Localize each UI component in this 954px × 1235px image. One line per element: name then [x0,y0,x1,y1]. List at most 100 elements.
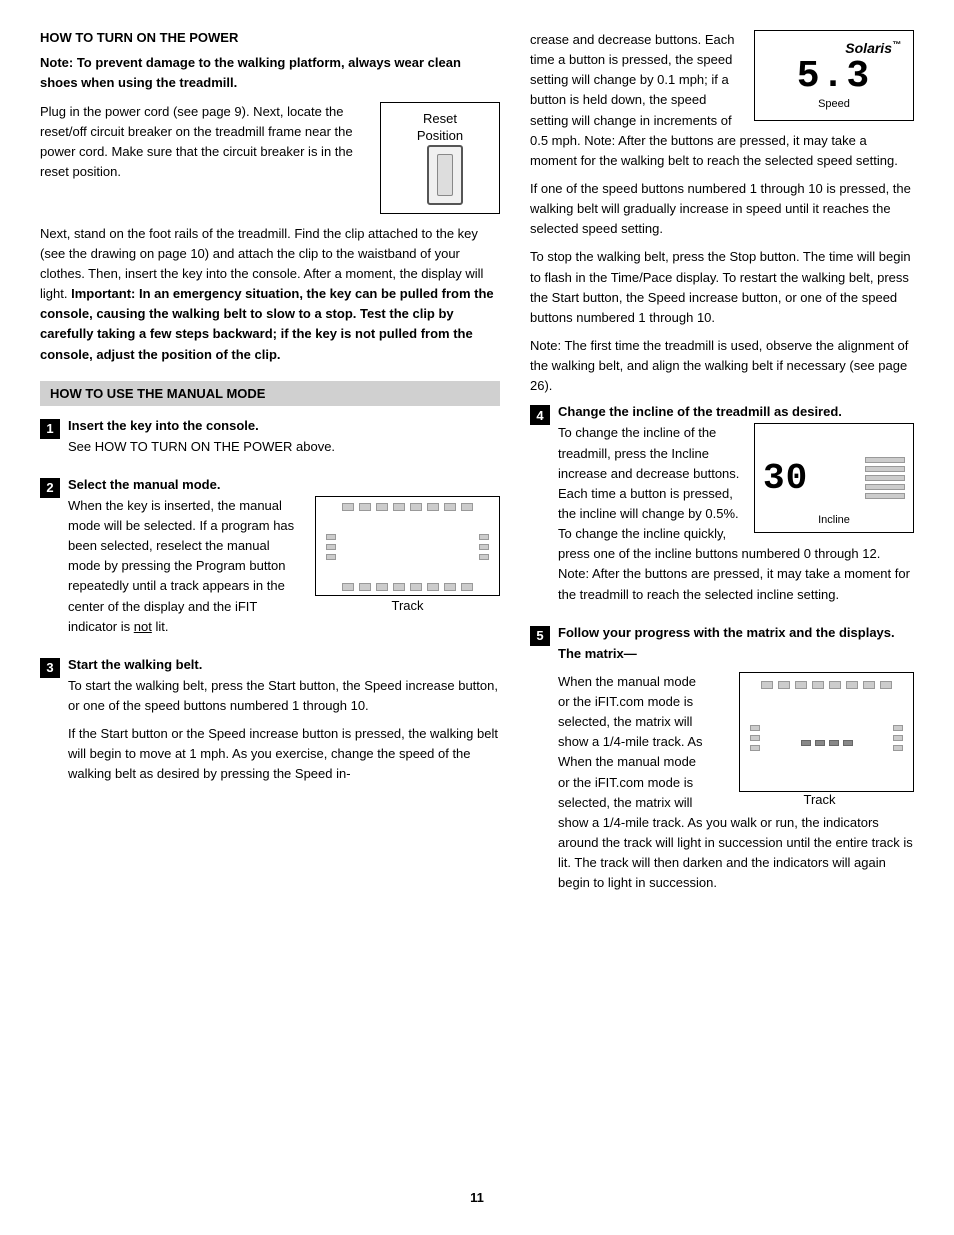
track-display-step2-wrap: Track [315,496,500,613]
track-dot [376,503,388,511]
track-dot [359,583,371,591]
page: HOW TO TURN ON THE POWER Note: To preven… [0,0,954,1235]
track-dot [761,681,773,689]
track-side-dot [893,735,903,741]
track-center-dot [843,740,853,746]
para-align: Note: The first time the treadmill is us… [530,336,914,396]
track-side-dot [326,554,336,560]
track-dot [427,503,439,511]
step3-num: 3 [40,658,60,678]
reset-section: Plug in the power cord (see page 9). Nex… [40,102,500,214]
section1-title: HOW TO TURN ON THE POWER [40,30,500,45]
step3-para2: If the Start button or the Speed increas… [68,724,500,784]
track-dot [812,681,824,689]
para-stop: To stop the walking belt, press the Stop… [530,247,914,328]
track-dot [376,583,388,591]
solaris-num: 5.3 [767,58,901,96]
step5: 5 Follow your progress with the matrix a… [530,625,914,902]
track-dot [359,503,371,511]
step4-title: Change the incline of the treadmill as d… [558,404,914,419]
track-dot [795,681,807,689]
incline-num: 30 [763,458,808,499]
step3-para1: To start the walking belt, press the Sta… [68,676,500,716]
incline-bar [865,457,905,463]
step4-body: 30 Incline To change the inclin [558,423,914,612]
incline-bars [865,457,905,499]
page-number: 11 [40,1190,914,1205]
track-side-dot [893,745,903,751]
manual-mode-header: HOW TO USE THE MANUAL MODE [40,381,500,406]
reset-para: Plug in the power cord (see page 9). Nex… [40,102,364,191]
track-side-dot [326,534,336,540]
matrix-subtitle: The matrix— [558,646,637,661]
track-side-dot [479,534,489,540]
bold-note: Note: To prevent damage to the walking p… [40,53,500,92]
step3: 3 Start the walking belt. To start the w… [40,657,500,793]
step5-body: Track When the manual mode or the iFIT.c… [558,672,914,902]
step4-num: 4 [530,405,550,425]
step3-content: Start the walking belt. To start the wal… [68,657,500,793]
track-right-left-dots [750,725,760,751]
track-left-dots [326,534,336,560]
para1: Plug in the power cord (see page 9). Nex… [40,102,364,183]
track-side-dot [750,725,760,731]
right-column: Solaris™ 5.3 Speed crease and decrease b… [530,30,914,1170]
solaris-speed-label: Speed [767,98,901,110]
track-dot [393,503,405,511]
track-dot [846,681,858,689]
reset-icon [427,145,463,205]
track-right-dots [479,534,489,560]
track-dot [410,583,422,591]
step1-title: Insert the key into the console. [68,418,500,433]
track-dot [444,503,456,511]
incline-bar [865,475,905,481]
step4-content: Change the incline of the treadmill as d… [558,404,914,612]
track-dot [444,583,456,591]
incline-display: 30 Incline [754,423,914,533]
solaris-display: Solaris™ 5.3 Speed [754,30,914,121]
step4: 4 Change the incline of the treadmill as… [530,404,914,612]
track-dot [863,681,875,689]
incline-bar [865,484,905,490]
step1-content: Insert the key into the console. See HOW… [68,418,500,465]
track-dot [410,503,422,511]
track-dot [778,681,790,689]
track-center-dot [815,740,825,746]
track-dot [461,583,473,591]
step2-inline: When the key is inserted, the manual mod… [68,496,500,645]
left-column: HOW TO TURN ON THE POWER Note: To preven… [40,30,500,1170]
step5-num: 5 [530,626,550,646]
step1-text: See HOW TO TURN ON THE POWER above. [68,437,500,457]
track-side-dot [479,554,489,560]
track-right-sides [750,689,903,787]
track-side-dot [750,735,760,741]
track-top-dots [326,503,489,511]
step2-text: When the key is inserted, the manual mod… [68,496,303,637]
track-display-right-wrap: Track [725,672,914,807]
reset-label: Reset Position [417,111,463,145]
incline-bar [865,493,905,499]
track-display-right [739,672,914,792]
track-display-step2 [315,496,500,596]
track-right-right-dots [893,725,903,751]
track-label-step2: Track [315,598,500,613]
track-dot [880,681,892,689]
track-side-dot [893,725,903,731]
track-right-center [760,730,893,746]
speed-section: Solaris™ 5.3 Speed crease and decrease b… [530,30,914,179]
track-dot [829,681,841,689]
solaris-title: Solaris™ [767,39,901,56]
step1-num: 1 [40,419,60,439]
track-dot [342,503,354,511]
step5-content: Follow your progress with the matrix and… [558,625,914,902]
step2-title: Select the manual mode. [68,477,500,492]
incline-label: Incline [755,514,913,526]
incline-num-wrap: 30 [763,458,808,499]
step2-num: 2 [40,478,60,498]
reset-box: Reset Position [380,102,500,214]
manual-mode-section: HOW TO USE THE MANUAL MODE 1 Insert the … [40,381,500,793]
track-right-top-dots [750,681,903,689]
step2: 2 Select the manual mode. When the key i… [40,477,500,645]
track-dot [427,583,439,591]
step2-content: Select the manual mode. When the key is … [68,477,500,645]
